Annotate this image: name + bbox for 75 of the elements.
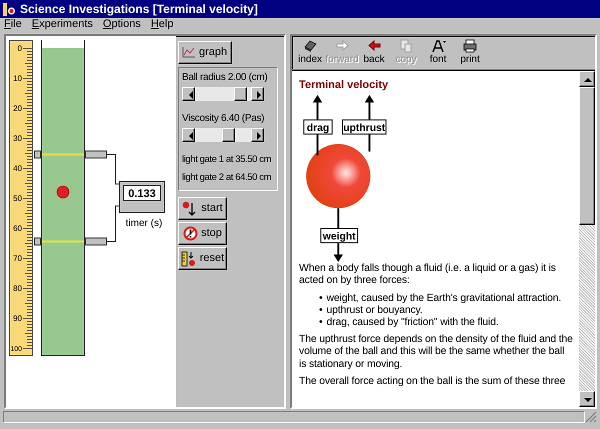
index-icon — [302, 38, 318, 54]
scale-label: 70 — [13, 254, 22, 263]
scroll-right-button[interactable] — [251, 128, 264, 142]
start-icon — [182, 200, 198, 216]
menu-item[interactable]: Help — [150, 18, 174, 32]
light-gate-sensor — [85, 238, 107, 246]
forward-icon — [334, 38, 350, 54]
scale-label: 80 — [13, 284, 22, 293]
scroll-left-button[interactable] — [182, 87, 195, 101]
scroll-left-button[interactable] — [182, 128, 195, 142]
light-gate-sensor — [85, 150, 107, 158]
ball — [56, 186, 70, 198]
light-gate-emitter — [34, 150, 41, 158]
ball-drawing — [306, 144, 370, 208]
force-arrow — [364, 95, 374, 120]
menu-item[interactable]: File — [4, 18, 22, 32]
graph-button[interactable]: graph — [178, 41, 232, 64]
font-icon — [430, 38, 446, 54]
scale-label: 50 — [13, 194, 22, 203]
back-button[interactable]: back — [360, 38, 388, 67]
force-arrow — [312, 95, 322, 120]
slider-thumb[interactable] — [222, 128, 235, 142]
paragraph: The overall force acting on the ball is the sum of these three — [299, 376, 566, 388]
force-line — [337, 208, 340, 228]
menu-item[interactable]: Experiments — [32, 18, 93, 32]
force-label: weight — [320, 228, 358, 244]
force-line — [368, 134, 370, 152]
start-button[interactable]: start — [178, 197, 227, 220]
scroll-up-button[interactable] — [579, 71, 595, 87]
force-line — [316, 134, 318, 156]
paragraph: When a body falls though a fluid (i.e. a liquid or a gas) it is acted on by three forces: — [299, 263, 557, 288]
scale-label: 90 — [13, 314, 22, 323]
list-item: upthrust or bouyancy. — [326, 304, 423, 317]
font-button[interactable]: font — [424, 38, 452, 67]
scroll-right-button[interactable] — [251, 87, 264, 101]
index-button[interactable]: index — [296, 38, 324, 67]
bullet: • — [319, 304, 323, 317]
slider-label: Viscosity 6.40 (Pas) — [182, 113, 266, 125]
app-icon — [3, 2, 16, 16]
reset-icon — [180, 250, 197, 266]
resize-grip-icon — [585, 411, 597, 423]
bullet: • — [319, 292, 323, 305]
gate-position-text: light gate 2 at 64.50 cm — [182, 172, 272, 184]
paragraph: The upthrust force depends on the density of the fluid and the volume of the ball and this will be the same whether the ball is stationary or moving. — [299, 334, 573, 371]
gate-position-text: light gate 1 at 35.50 cm — [182, 154, 272, 166]
timer-label: timer (s) — [126, 218, 162, 229]
print-button[interactable]: print — [456, 38, 484, 67]
print-icon — [462, 38, 478, 54]
scale-label: 60 — [13, 224, 22, 233]
scrollbar-thumb[interactable] — [579, 87, 595, 225]
stop-icon — [183, 226, 198, 241]
list-item: drag, caused by "friction" with the fluid. — [326, 317, 499, 330]
scale-label: 40 — [13, 164, 22, 173]
scale-label: 10 — [13, 74, 22, 83]
back-icon — [366, 38, 382, 54]
graph-icon — [182, 47, 195, 58]
force-arrow — [334, 243, 344, 262]
force-label: upthrust — [342, 120, 386, 135]
light-gate-emitter — [34, 238, 41, 246]
timer-display: 0.133 — [119, 181, 165, 213]
copy-icon — [398, 38, 414, 54]
menu-item[interactable]: Options — [102, 18, 141, 32]
scroll-down-button[interactable] — [579, 391, 595, 407]
bullet: • — [319, 317, 323, 330]
scale-label: 30 — [13, 134, 22, 143]
scale-label: 20 — [13, 104, 22, 113]
force-label: drag — [303, 120, 333, 135]
slider-thumb[interactable] — [234, 87, 247, 101]
list-item: weight, caused by the Earth's gravitational attraction. — [326, 292, 562, 305]
slider-label: Ball radius 2.00 (cm) — [182, 72, 268, 84]
stop-button[interactable]: stop — [178, 222, 227, 245]
reset-button[interactable]: reset — [178, 247, 227, 270]
window-title: Science Investigations [Terminal velocity] — [20, 2, 258, 16]
scale-label: 0 — [18, 44, 22, 53]
document-heading: Terminal velocity — [299, 79, 390, 92]
